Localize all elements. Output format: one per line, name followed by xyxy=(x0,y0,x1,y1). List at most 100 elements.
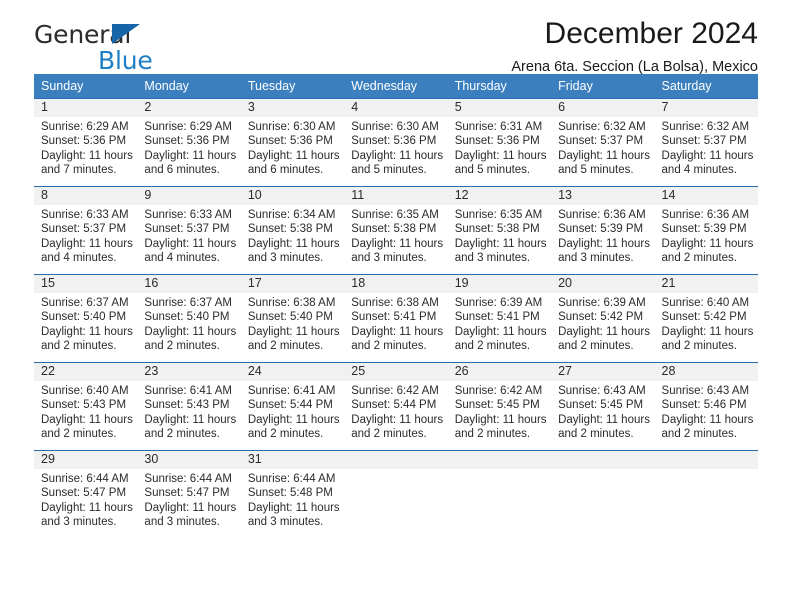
day-cell-inner: 17 Sunrise: 6:38 AM Sunset: 5:40 PM Dayligh… xyxy=(240,275,345,362)
day-cell-details: Sunrise: 6:35 AM Sunset: 5:38 PM Daylight:… xyxy=(448,205,551,265)
calendar-day-cell[interactable]: 26 Sunrise: 6:42 AM Sunset: 5:45 PM Dayligh… xyxy=(447,362,552,451)
page-title: December 2024 xyxy=(544,17,758,50)
calendar-body: 1 Sunrise: 6:29 AM Sunset: 5:36 PM Daylight… xyxy=(34,98,758,537)
calendar-day-cell[interactable]: 8 Sunrise: 6:33 AM Sunset: 5:37 PM Daylight… xyxy=(34,186,138,275)
calendar-day-cell[interactable]: 1 Sunrise: 6:29 AM Sunset: 5:36 PM Daylight… xyxy=(34,98,138,187)
calendar-day-cell[interactable]: 4 Sunrise: 6:30 AM Sunset: 5:36 PM Daylight… xyxy=(344,98,448,187)
day-cell-details: Sunrise: 6:36 AM Sunset: 5:39 PM Daylight:… xyxy=(655,205,758,265)
calendar-day-cell[interactable]: 24 Sunrise: 6:41 AM Sunset: 5:44 PM Dayligh… xyxy=(240,362,345,451)
calendar-day-cell[interactable]: 29 Sunrise: 6:44 AM Sunset: 5:47 PM Dayligh… xyxy=(34,450,138,537)
day-cell-details: Sunrise: 6:44 AM Sunset: 5:47 PM Daylight:… xyxy=(137,469,240,529)
day-number: 9 xyxy=(137,187,241,205)
calendar-day-cell[interactable]: 23 Sunrise: 6:41 AM Sunset: 5:43 PM Dayligh… xyxy=(137,362,241,451)
day-cell-inner: 24 Sunrise: 6:41 AM Sunset: 5:44 PM Dayligh… xyxy=(240,363,345,450)
calendar-day-cell[interactable]: 7 Sunrise: 6:32 AM Sunset: 5:37 PM Daylight… xyxy=(654,98,758,187)
daylight-text-line2: and 2 minutes. xyxy=(144,339,220,352)
calendar-day-cell[interactable]: 10 Sunrise: 6:34 AM Sunset: 5:38 PM Dayligh… xyxy=(240,186,345,275)
sunset-text: Sunset: 5:43 PM xyxy=(41,399,127,412)
sunset-text: Sunset: 5:38 PM xyxy=(247,223,333,236)
daylight-text-line1: Daylight: 11 hours xyxy=(41,413,133,426)
day-number: 7 xyxy=(654,99,758,117)
sunset-text: Sunset: 5:41 PM xyxy=(351,311,437,324)
day-number: 27 xyxy=(551,363,655,381)
sunset-text: Sunset: 5:36 PM xyxy=(41,135,127,148)
calendar-day-cell[interactable]: 31 Sunrise: 6:44 AM Sunset: 5:48 PM Dayligh… xyxy=(240,450,345,537)
sunrise-text: Sunrise: 6:38 AM xyxy=(247,297,336,309)
day-cell-inner: 27 Sunrise: 6:43 AM Sunset: 5:45 PM Dayligh… xyxy=(551,363,655,450)
weekday-header-wednesday: Wednesday xyxy=(344,74,448,99)
calendar-day-cell[interactable]: 27 Sunrise: 6:43 AM Sunset: 5:45 PM Dayligh… xyxy=(551,362,655,451)
day-cell-details: Sunrise: 6:41 AM Sunset: 5:43 PM Daylight:… xyxy=(137,381,240,441)
sunrise-text: Sunrise: 6:36 AM xyxy=(558,209,646,221)
sunset-text: Sunset: 5:39 PM xyxy=(558,223,644,236)
calendar-day-cell[interactable]: 30 Sunrise: 6:44 AM Sunset: 5:47 PM Dayligh… xyxy=(137,450,241,537)
calendar-day-cell[interactable]: 12 Sunrise: 6:35 AM Sunset: 5:38 PM Dayligh… xyxy=(447,186,552,275)
calendar-day-cell[interactable]: 28 Sunrise: 6:43 AM Sunset: 5:46 PM Dayligh… xyxy=(654,362,758,451)
weekday-header-sunday: Sunday xyxy=(34,74,138,99)
day-number: 10 xyxy=(240,187,345,205)
daylight-text-line2: and 3 minutes. xyxy=(247,515,324,528)
day-cell-inner: 13 Sunrise: 6:36 AM Sunset: 5:39 PM Dayligh… xyxy=(551,187,655,274)
sunrise-text: Sunrise: 6:39 AM xyxy=(558,297,646,309)
daylight-text-line1: Daylight: 11 hours xyxy=(558,237,650,250)
daylight-text-line2: and 4 minutes. xyxy=(41,251,117,264)
day-number: 11 xyxy=(344,187,448,205)
day-number: 4 xyxy=(344,99,448,117)
calendar-day-cell[interactable]: 21 Sunrise: 6:40 AM Sunset: 5:42 PM Dayligh… xyxy=(654,274,758,363)
calendar-day-cell[interactable]: 16 Sunrise: 6:37 AM Sunset: 5:40 PM Dayligh… xyxy=(137,274,241,363)
day-number: 5 xyxy=(447,99,552,117)
calendar-day-cell[interactable]: 20 Sunrise: 6:39 AM Sunset: 5:42 PM Dayligh… xyxy=(551,274,655,363)
sunrise-text: Sunrise: 6:35 AM xyxy=(351,209,439,221)
sunrise-text: Sunrise: 6:37 AM xyxy=(41,297,129,309)
day-cell-inner: 11 Sunrise: 6:35 AM Sunset: 5:38 PM Dayligh… xyxy=(344,187,448,274)
daylight-text-line1: Daylight: 11 hours xyxy=(661,149,754,162)
daylight-text-line1: Daylight: 11 hours xyxy=(454,413,547,426)
sunset-text: Sunset: 5:42 PM xyxy=(661,311,747,324)
calendar-day-cell[interactable]: 17 Sunrise: 6:38 AM Sunset: 5:40 PM Dayligh… xyxy=(240,274,345,363)
triangle-icon xyxy=(112,24,140,44)
calendar-day-cell[interactable]: 25 Sunrise: 6:42 AM Sunset: 5:44 PM Dayligh… xyxy=(344,362,448,451)
sunrise-text: Sunrise: 6:32 AM xyxy=(661,121,750,133)
calendar-table: Sunday Monday Tuesday Wednesday Thursday… xyxy=(34,74,758,537)
daylight-text-line2: and 2 minutes. xyxy=(661,251,737,264)
day-cell-inner xyxy=(654,451,758,537)
page-subtitle: Arena 6ta. Seccion (La Bolsa), Mexico xyxy=(511,58,758,75)
day-cell-inner: 23 Sunrise: 6:41 AM Sunset: 5:43 PM Dayligh… xyxy=(137,363,241,450)
day-number: 8 xyxy=(34,187,138,205)
calendar-day-cell[interactable]: 15 Sunrise: 6:37 AM Sunset: 5:40 PM Dayligh… xyxy=(34,274,138,363)
general-blue-logo[interactable]: General Blue xyxy=(34,22,284,74)
calendar-day-cell[interactable]: 11 Sunrise: 6:35 AM Sunset: 5:38 PM Dayligh… xyxy=(344,186,448,275)
day-number: 26 xyxy=(447,363,552,381)
calendar-day-cell[interactable]: 18 Sunrise: 6:38 AM Sunset: 5:41 PM Dayligh… xyxy=(344,274,448,363)
sunrise-text: Sunrise: 6:42 AM xyxy=(351,385,439,397)
sunrise-text: Sunrise: 6:41 AM xyxy=(144,385,232,397)
calendar-day-cell[interactable]: 19 Sunrise: 6:39 AM Sunset: 5:41 PM Dayligh… xyxy=(447,274,552,363)
calendar-week-row: 1 Sunrise: 6:29 AM Sunset: 5:36 PM Daylight… xyxy=(34,98,758,187)
sunset-text: Sunset: 5:44 PM xyxy=(247,399,333,412)
day-number: 12 xyxy=(447,187,552,205)
day-number: 22 xyxy=(34,363,138,381)
logo-text-blue: Blue xyxy=(98,46,153,75)
calendar-day-cell[interactable]: 22 Sunrise: 6:40 AM Sunset: 5:43 PM Dayligh… xyxy=(34,362,138,451)
day-cell-inner: 21 Sunrise: 6:40 AM Sunset: 5:42 PM Dayligh… xyxy=(654,275,758,362)
calendar-day-cell[interactable]: 2 Sunrise: 6:29 AM Sunset: 5:36 PM Daylight… xyxy=(137,98,241,187)
sunset-text: Sunset: 5:41 PM xyxy=(454,311,540,324)
calendar-day-cell[interactable]: 6 Sunrise: 6:32 AM Sunset: 5:37 PM Daylight… xyxy=(551,98,655,187)
sunrise-text: Sunrise: 6:43 AM xyxy=(558,385,646,397)
calendar-day-cell[interactable]: 5 Sunrise: 6:31 AM Sunset: 5:36 PM Daylight… xyxy=(447,98,552,187)
daylight-text-line2: and 2 minutes. xyxy=(661,339,737,352)
calendar-day-cell[interactable]: 14 Sunrise: 6:36 AM Sunset: 5:39 PM Dayligh… xyxy=(654,186,758,275)
daylight-text-line1: Daylight: 11 hours xyxy=(351,325,444,338)
calendar-day-cell[interactable]: 9 Sunrise: 6:33 AM Sunset: 5:37 PM Daylight… xyxy=(137,186,241,275)
day-number: 14 xyxy=(654,187,758,205)
calendar-day-cell[interactable]: 13 Sunrise: 6:36 AM Sunset: 5:39 PM Dayligh… xyxy=(551,186,655,275)
sunset-text: Sunset: 5:37 PM xyxy=(144,223,230,236)
day-cell-inner xyxy=(551,451,655,537)
day-number: 19 xyxy=(447,275,552,293)
sunset-text: Sunset: 5:37 PM xyxy=(41,223,127,236)
calendar-day-cell[interactable]: 3 Sunrise: 6:30 AM Sunset: 5:36 PM Daylight… xyxy=(240,98,345,187)
day-cell-inner xyxy=(447,451,552,537)
day-number: 21 xyxy=(654,275,758,293)
daylight-text-line2: and 3 minutes. xyxy=(454,251,531,264)
day-number xyxy=(654,451,758,469)
